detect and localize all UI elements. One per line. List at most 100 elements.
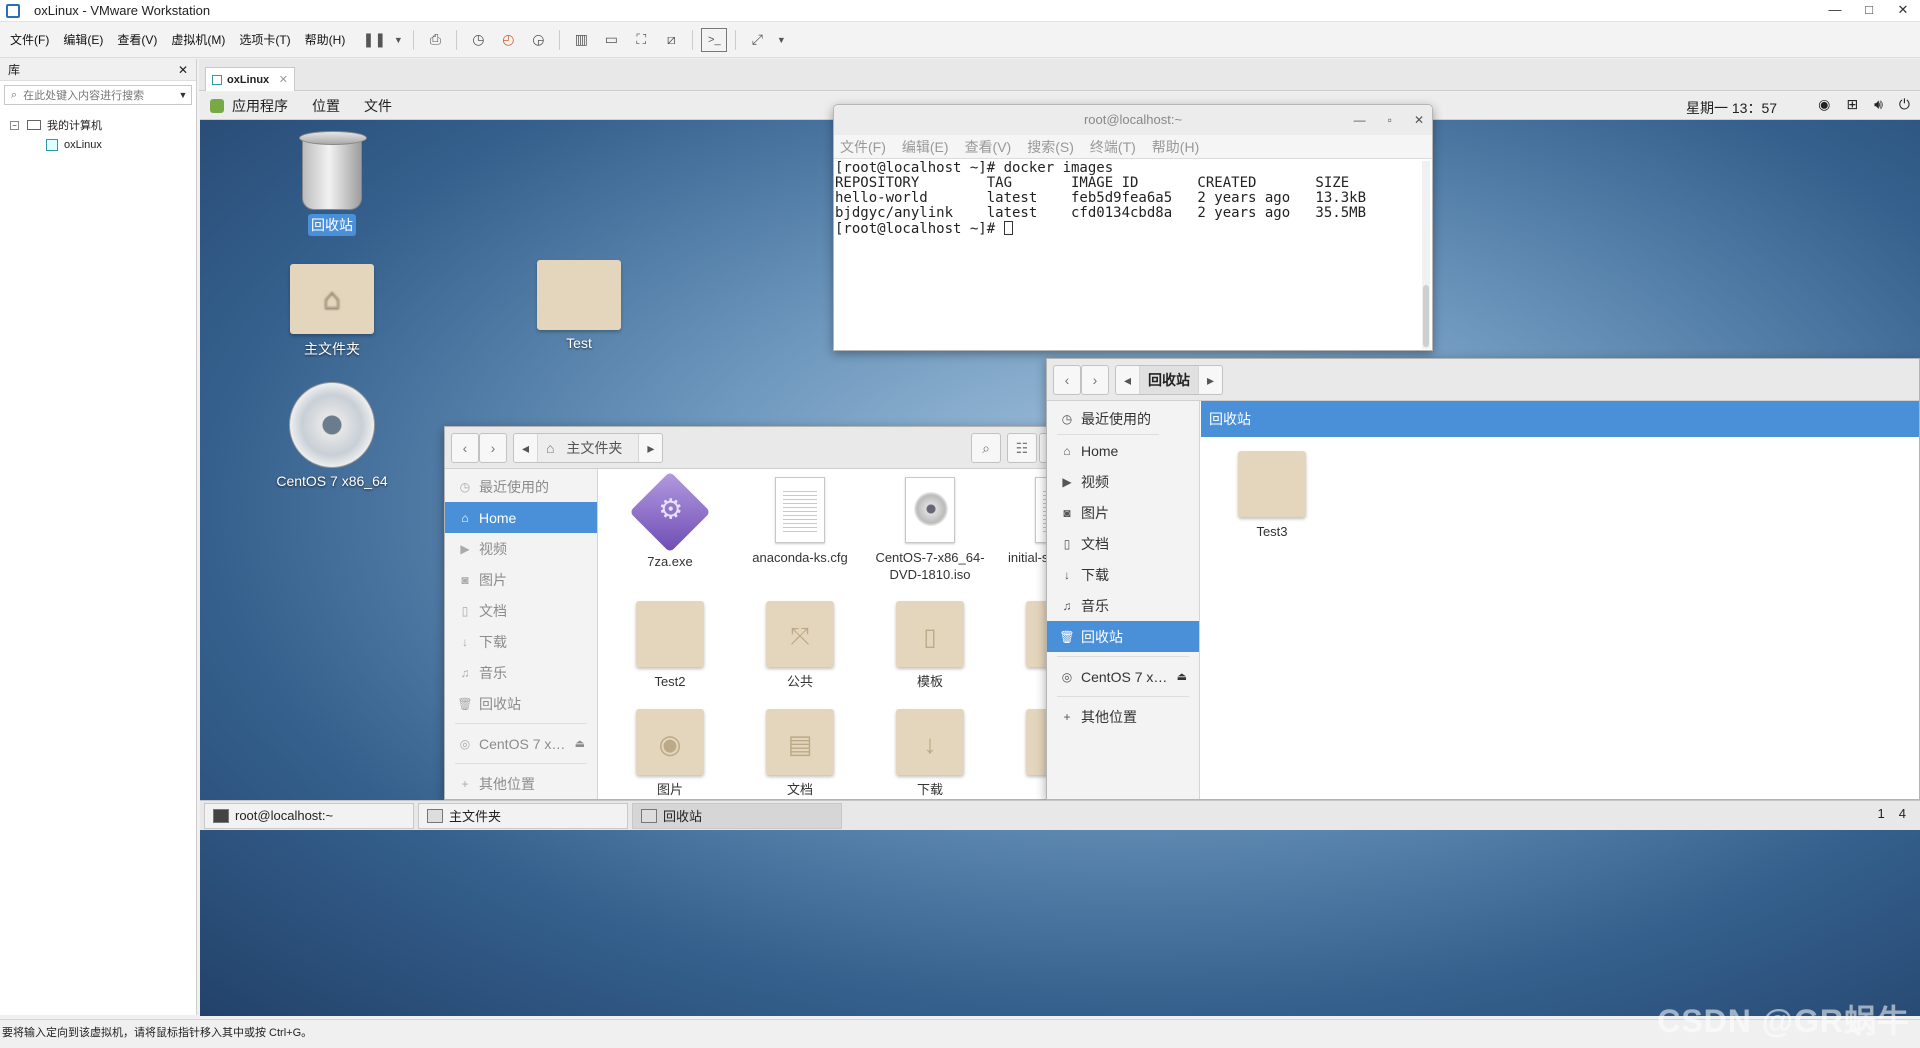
sidebar-item-downloads[interactable]: ↓ 下载 — [445, 626, 597, 657]
minimize-icon[interactable]: — — [1354, 105, 1366, 135]
eject-icon[interactable]: ⏏ — [575, 737, 585, 750]
breadcrumb-home[interactable]: ⌂ 主文件夹 — [538, 434, 640, 462]
trash-window-header[interactable]: ‹ › ◂ 回收站 ▸ — [1047, 359, 1919, 401]
close-icon[interactable]: ✕ — [1414, 105, 1424, 135]
sidebar-item-music[interactable]: ♫ 音乐 — [445, 657, 597, 688]
tab-oxlinux[interactable]: oxLinux ✕ — [205, 67, 295, 91]
desktop-icon-home[interactable]: ⌂ 主文件夹 — [272, 258, 392, 360]
volume-icon[interactable]: 🔊︎ — [1874, 96, 1883, 113]
dropdown-arrow-icon[interactable]: ▼ — [391, 28, 405, 52]
workspace-total[interactable]: 4 — [1899, 806, 1906, 821]
breadcrumb-left-arrow[interactable]: ◂ — [1116, 366, 1141, 394]
accessibility-icon[interactable]: ◉ — [1818, 96, 1830, 113]
tree-item-my-computer[interactable]: − 我的计算机 — [10, 115, 186, 135]
task-home-folder[interactable]: 主文件夹 — [418, 802, 628, 829]
file-item-7za[interactable]: 7za.exe — [605, 471, 735, 570]
terminal-menu-terminal[interactable]: 终端(T) — [1090, 137, 1136, 157]
view-toggle-button[interactable]: ☷ — [1007, 433, 1037, 463]
show-library-icon[interactable]: ▥ — [568, 28, 594, 52]
file-item-centos-iso[interactable]: CentOS-7-x86_64-DVD-1810.iso — [865, 477, 995, 583]
home-window-header[interactable]: ‹ › ◂ ⌂ 主文件夹 ▸ ⌕ ☷ ☰ _ ▫ — [445, 427, 1143, 469]
applications-menu[interactable]: 应用程序 — [210, 96, 312, 116]
workspace-pager[interactable]: 1 4 — [1878, 806, 1906, 821]
desktop-icon-centos-disc[interactable]: CentOS 7 x86_64 — [272, 382, 392, 490]
close-icon[interactable]: ✕ — [178, 63, 188, 77]
folder-item-documents[interactable]: ▤ 文档 — [735, 709, 865, 798]
desktop-icon-test[interactable]: Test — [519, 254, 639, 352]
folder-item-downloads[interactable]: ↓ 下载 — [865, 709, 995, 798]
sidebar-item-home[interactable]: ⌂ Home — [445, 502, 597, 533]
file-item-anaconda-ks[interactable]: anaconda-ks.cfg — [735, 477, 865, 566]
terminal-menu-search[interactable]: 搜索(S) — [1027, 137, 1074, 157]
maximize-button[interactable]: □ — [1852, 0, 1886, 22]
forward-button[interactable]: › — [1081, 365, 1109, 395]
close-tab-icon[interactable]: ✕ — [279, 73, 288, 86]
unity-icon[interactable]: ⧄ — [658, 28, 684, 52]
back-button[interactable]: ‹ — [1053, 365, 1081, 395]
sidebar-item-trash[interactable]: 🗑 回收站 — [445, 688, 597, 719]
sidebar-item-other-locations[interactable]: + 其他位置 — [1047, 701, 1199, 732]
breadcrumb-right-arrow[interactable]: ▸ — [1199, 366, 1222, 394]
menu-places[interactable]: 位置 — [312, 96, 340, 116]
trash-file-manager-window[interactable]: ‹ › ◂ 回收站 ▸ ◷ 最近使用的 ⌂ Home ▶ 视频 ◙ 图片 ▯ 文档 ↓ 下载… — [1046, 358, 1920, 800]
sidebar-item-videos[interactable]: ▶ 视频 — [1047, 466, 1199, 497]
breadcrumb-left-arrow[interactable]: ◂ — [514, 434, 539, 462]
sidebar-item-centos-device[interactable]: ◎ CentOS 7 x… ⏏ — [445, 728, 597, 759]
thumbnail-bar-icon[interactable]: ▭ — [598, 28, 624, 52]
revert-snapshot-icon[interactable]: ◴ — [495, 28, 521, 52]
terminal-scrollbar[interactable] — [1422, 161, 1430, 349]
eject-icon[interactable]: ⏏ — [1177, 670, 1187, 683]
menu-view[interactable]: 查看(V) — [117, 31, 157, 48]
menu-edit[interactable]: 编辑(E) — [63, 31, 103, 48]
collapse-icon[interactable]: − — [10, 120, 19, 130]
sidebar-item-other-locations[interactable]: + 其他位置 — [445, 768, 597, 799]
terminal-menu-edit[interactable]: 编辑(E) — [902, 137, 949, 157]
workspace-current[interactable]: 1 — [1878, 806, 1885, 821]
terminal-output[interactable]: [root@localhost ~]# docker images REPOSI… — [834, 159, 1432, 351]
sidebar-item-pictures[interactable]: ◙ 图片 — [1047, 497, 1199, 528]
sidebar-item-pictures[interactable]: ◙ 图片 — [445, 564, 597, 595]
snapshot-icon[interactable]: ◷ — [465, 28, 491, 52]
sidebar-item-recent[interactable]: ◷ 最近使用的 — [1047, 403, 1199, 434]
sidebar-item-recent[interactable]: ◷ 最近使用的 — [445, 471, 597, 502]
stretch-view-icon[interactable]: ⤢ — [744, 28, 770, 52]
menu-file[interactable]: 文件(F) — [10, 31, 49, 48]
close-button[interactable]: ✕ — [1886, 0, 1920, 22]
task-terminal[interactable]: root@localhost:~ — [204, 802, 414, 829]
folder-item-templates[interactable]: ▯ 模板 — [865, 601, 995, 690]
menu-vm[interactable]: 虚拟机(M) — [171, 31, 225, 48]
snapshot-manager-icon[interactable]: ◶ — [525, 28, 551, 52]
maximize-icon[interactable]: ▫ — [1388, 105, 1392, 135]
terminal-window[interactable]: root@localhost:~ — ▫ ✕ 文件(F) 编辑(E) 查看(V)… — [833, 104, 1433, 351]
folder-item-public[interactable]: ⤧ 公共 — [735, 601, 865, 690]
breadcrumb-trash[interactable]: 回收站 — [1140, 366, 1200, 394]
sidebar-item-trash[interactable]: 🗑 回收站 — [1047, 621, 1199, 652]
network-icon[interactable]: ⊞ — [1846, 96, 1858, 113]
send-ctrl-alt-del-icon[interactable]: ⎙ — [422, 28, 448, 52]
menu-applications[interactable]: 应用程序 — [232, 96, 288, 116]
sidebar-item-home[interactable]: ⌂ Home — [1047, 435, 1199, 466]
sidebar-item-music[interactable]: ♫ 音乐 — [1047, 590, 1199, 621]
clock[interactable]: 星期一 13：57 — [1686, 98, 1777, 118]
tree-item-oxlinux[interactable]: oxLinux — [10, 135, 186, 155]
guest-screen[interactable]: 应用程序 位置 文件 星期一 13：57 ◉ ⊞ 🔊︎ ⏻ 回收站 ⌂ 主文件夹… — [200, 92, 1920, 1016]
menu-help[interactable]: 帮助(H) — [305, 31, 346, 48]
sidebar-item-videos[interactable]: ▶ 视频 — [445, 533, 597, 564]
minimize-button[interactable]: — — [1818, 0, 1852, 22]
terminal-menu-file[interactable]: 文件(F) — [840, 137, 886, 157]
menu-files[interactable]: 文件 — [364, 96, 392, 116]
home-file-manager-window[interactable]: ‹ › ◂ ⌂ 主文件夹 ▸ ⌕ ☷ ☰ _ ▫ ◷ 最近使用的 ⌂ Home ▶ 视… — [444, 426, 1144, 800]
forward-button[interactable]: › — [479, 433, 507, 463]
dropdown-arrow-icon[interactable]: ▼ — [774, 28, 788, 52]
sidebar-item-documents[interactable]: ▯ 文档 — [1047, 528, 1199, 559]
folder-item-pictures[interactable]: ◉ 图片 — [605, 709, 735, 798]
terminal-menu-view[interactable]: 查看(V) — [965, 137, 1012, 157]
sidebar-item-centos-device[interactable]: ◎ CentOS 7 x… ⏏ — [1047, 661, 1199, 692]
console-view-icon[interactable]: >_ — [701, 27, 728, 52]
chevron-down-icon[interactable]: ▼ — [175, 90, 191, 100]
back-button[interactable]: ‹ — [451, 433, 479, 463]
sidebar-item-downloads[interactable]: ↓ 下载 — [1047, 559, 1199, 590]
sidebar-item-documents[interactable]: ▯ 文档 — [445, 595, 597, 626]
library-search-input[interactable]: ⌕ 在此处键入内容进行搜索 ▼ — [4, 85, 192, 105]
breadcrumb-right-arrow[interactable]: ▸ — [639, 434, 662, 462]
